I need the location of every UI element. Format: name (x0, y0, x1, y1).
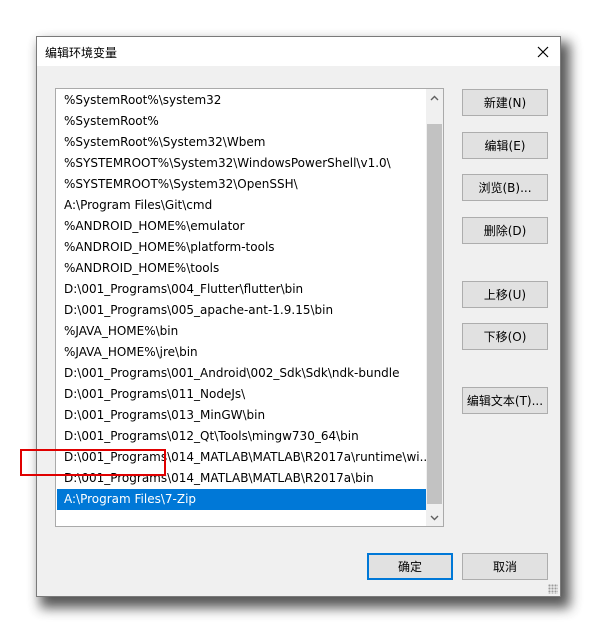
list-item[interactable]: %ANDROID_HOME%\platform-tools (57, 237, 427, 258)
list-item[interactable]: %SystemRoot% (57, 111, 427, 132)
list-item[interactable]: D:\001_Programs\013_MinGW\bin (57, 405, 427, 426)
chevron-down-icon (430, 515, 439, 520)
list-item[interactable]: D:\001_Programs\011_NodeJs\ (57, 384, 427, 405)
vertical-scrollbar[interactable] (426, 89, 443, 526)
close-icon (537, 46, 549, 57)
move-up-button[interactable]: 上移(U) (462, 281, 548, 308)
list-item[interactable]: D:\001_Programs\004_Flutter\flutter\bin (57, 279, 427, 300)
edit-text-button[interactable]: 编辑文本(T)... (462, 387, 548, 414)
list-item[interactable]: D:\001_Programs\005_apache-ant-1.9.15\bi… (57, 300, 427, 321)
scroll-up-button[interactable] (426, 89, 443, 106)
edit-env-var-dialog: 编辑环境变量 %SystemRoot%\system32 %SystemRoot%… (36, 36, 561, 597)
list-item[interactable]: D:\001_Programs\014_MATLAB\MATLAB\R2017a… (57, 468, 427, 489)
list-item[interactable]: %SystemRoot%\System32\Wbem (57, 132, 427, 153)
chevron-up-icon (430, 95, 439, 100)
list-item[interactable]: D:\001_Programs\014_MATLAB\MATLAB\R2017a… (57, 447, 427, 468)
browse-button[interactable]: 浏览(B)... (462, 174, 548, 201)
edit-button[interactable]: 编辑(E) (462, 132, 548, 159)
list-item[interactable]: D:\001_Programs\001_Android\002_Sdk\Sdk\… (57, 363, 427, 384)
list-item[interactable]: %JAVA_HOME%\jre\bin (57, 342, 427, 363)
close-button[interactable] (526, 37, 560, 66)
resize-grip[interactable] (548, 584, 558, 594)
move-down-button[interactable]: 下移(O) (462, 323, 548, 350)
list-item[interactable]: %ANDROID_HOME%\tools (57, 258, 427, 279)
list-item[interactable]: %ANDROID_HOME%\emulator (57, 216, 427, 237)
list-item[interactable]: %SYSTEMROOT%\System32\OpenSSH\ (57, 174, 427, 195)
list-item[interactable]: %JAVA_HOME%\bin (57, 321, 427, 342)
delete-button[interactable]: 删除(D) (462, 217, 548, 244)
list-item[interactable]: D:\001_Programs\012_Qt\Tools\mingw730_64… (57, 426, 427, 447)
new-button[interactable]: 新建(N) (462, 89, 548, 116)
list-item[interactable]: A:\Program Files\Git\cmd (57, 195, 427, 216)
scroll-down-button[interactable] (426, 509, 443, 526)
cancel-button[interactable]: 取消 (462, 553, 548, 580)
list-item[interactable]: %SystemRoot%\system32 (57, 90, 427, 111)
list-item[interactable]: %SYSTEMROOT%\System32\WindowsPowerShell\… (57, 153, 427, 174)
scroll-thumb[interactable] (427, 124, 442, 504)
ok-button[interactable]: 确定 (367, 553, 453, 580)
list-item-selected[interactable]: A:\Program Files\7-Zip (57, 489, 427, 510)
dialog-title: 编辑环境变量 (45, 46, 118, 60)
title-bar: 编辑环境变量 (37, 37, 560, 66)
path-list[interactable]: %SystemRoot%\system32 %SystemRoot% %System… (55, 88, 444, 527)
